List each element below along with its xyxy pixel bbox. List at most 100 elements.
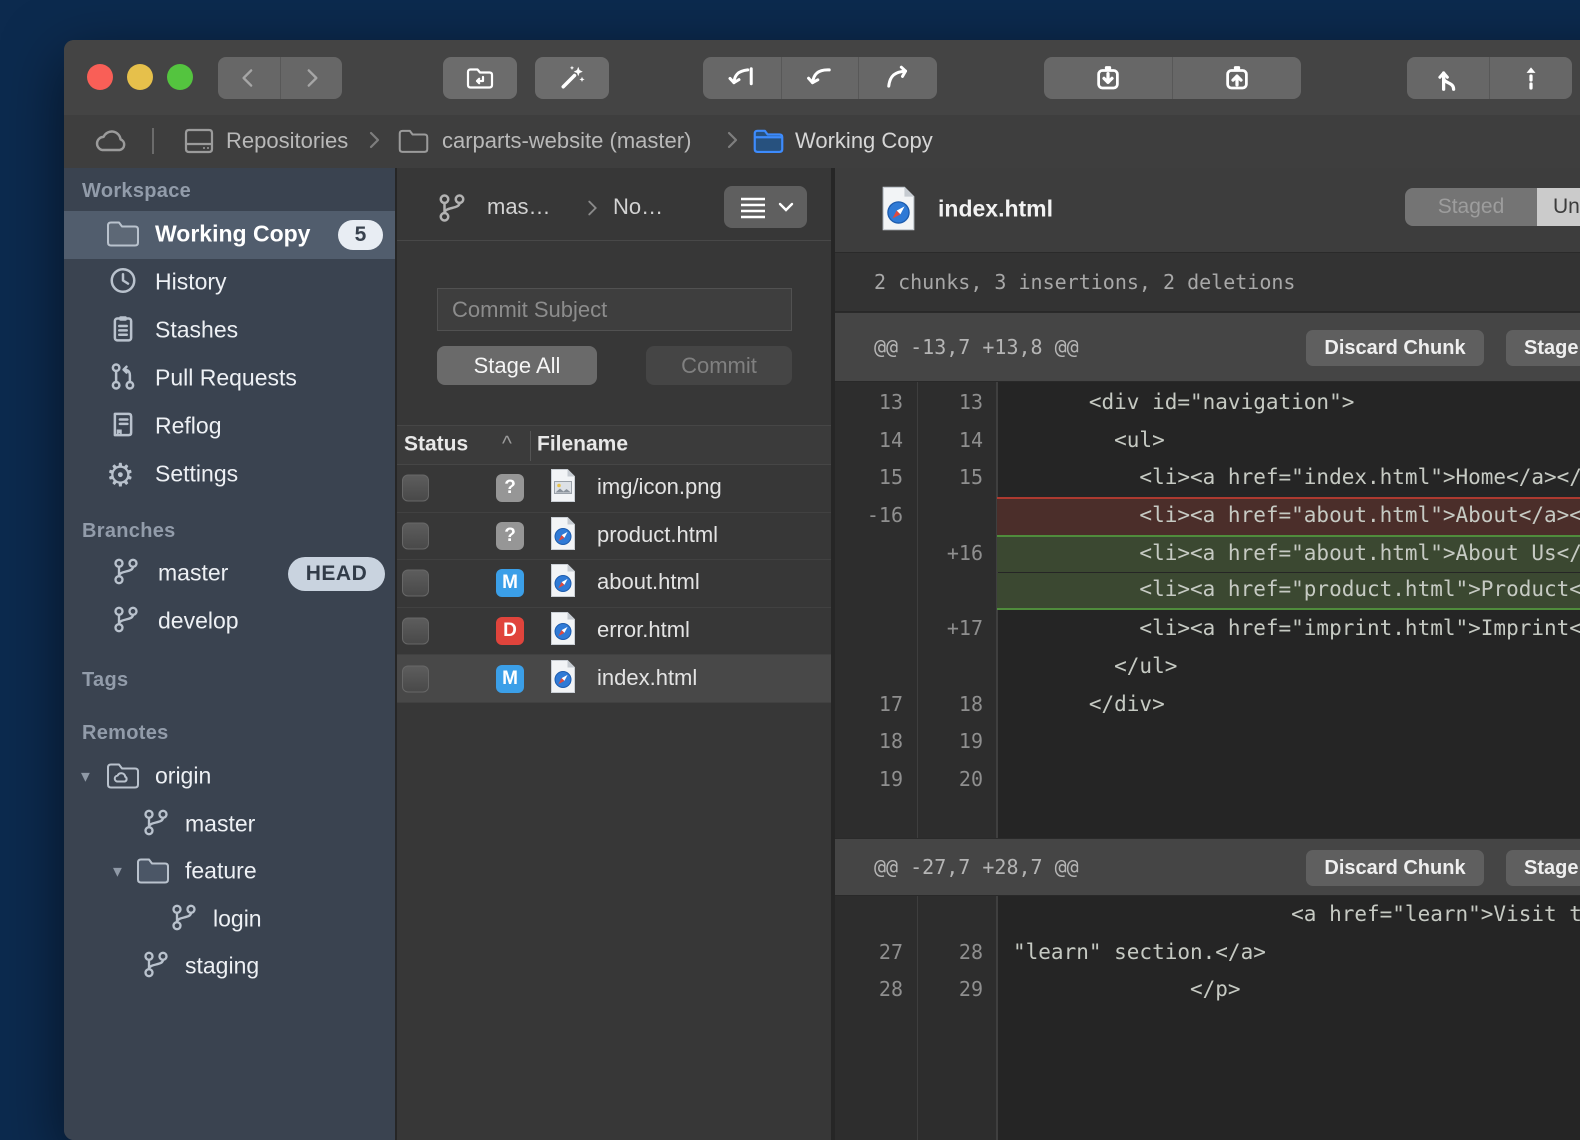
tab-unstaged[interactable]: Unstaged <box>1537 188 1580 226</box>
diff-line: 1718 </div> <box>835 686 1580 724</box>
file-name: about.html <box>597 569 700 595</box>
disclosure-triangle-icon[interactable]: ▼ <box>78 769 93 786</box>
view-options-button[interactable] <box>724 186 807 228</box>
magic-wand-icon <box>557 63 587 93</box>
breadcrumb-repositories[interactable]: Repositories <box>226 115 348 166</box>
sidebar-item-label: Stashes <box>155 316 238 343</box>
remote-folder-icon <box>105 760 141 795</box>
column-filename[interactable]: Filename <box>537 433 628 457</box>
stage-checkbox[interactable] <box>402 570 429 597</box>
diff-line: +17 <li><a href="imprint.html">Imprint</… <box>835 610 1580 648</box>
column-status[interactable]: Status <box>404 433 468 457</box>
diff-summary-text: 2 chunks, 3 insertions, 2 deletions <box>874 270 1295 294</box>
sidebar-branch-develop[interactable]: develop <box>64 598 395 646</box>
stage-chunk-button[interactable]: Stage Chunk <box>1506 850 1580 886</box>
forward-button[interactable] <box>281 57 342 99</box>
chunk-header: @@ -27,7 +28,7 @@ Discard Chunk Stage Ch… <box>835 838 1580 896</box>
workspace-section-header: Workspace <box>82 180 191 203</box>
branch-label: master <box>158 559 228 586</box>
stage-chunk-label: Stage Chunk <box>1524 857 1580 880</box>
commit-subject-input[interactable] <box>437 288 792 331</box>
discard-chunk-button[interactable]: Discard Chunk <box>1306 850 1484 886</box>
sidebar-item-stashes[interactable]: Stashes <box>64 307 395 355</box>
sidebar-item-reflog[interactable]: Reflog <box>64 403 395 451</box>
dashed-arrow-up-icon <box>1516 63 1546 93</box>
stage-checkbox[interactable] <box>402 665 429 692</box>
chunk-range-label: @@ -27,7 +28,7 @@ <box>874 855 1079 879</box>
stage-checkbox[interactable] <box>402 522 429 549</box>
stash-save-button[interactable] <box>1044 57 1172 99</box>
merge-branches-button[interactable] <box>1407 57 1489 99</box>
stash-pop-button[interactable] <box>1173 57 1301 99</box>
discard-chunk-button[interactable]: Discard Chunk <box>1306 330 1484 366</box>
sidebar-item-settings[interactable]: ⚙ Settings <box>64 451 395 499</box>
breadcrumb-working-copy[interactable]: Working Copy <box>795 115 933 166</box>
folder-icon <box>105 218 141 253</box>
stage-checkbox[interactable] <box>402 475 429 502</box>
status-badge: ? <box>496 522 524 550</box>
branch-icon <box>142 809 170 842</box>
sidebar-remote-folder-feature[interactable]: ▼ feature <box>64 848 395 896</box>
clock-icon <box>108 266 138 301</box>
commit-button[interactable]: Commit <box>646 346 792 385</box>
sidebar-item-history[interactable]: History <box>64 259 395 307</box>
file-name: index.html <box>597 665 697 691</box>
sort-ascending-icon[interactable]: ^ <box>502 433 512 457</box>
branch-label: develop <box>158 607 239 634</box>
breadcrumb-repo[interactable]: carparts-website (master) <box>442 115 691 166</box>
html-file-icon <box>549 564 577 603</box>
stage-chunk-button[interactable]: Stage Chunk <box>1506 330 1580 366</box>
checkout-button[interactable] <box>703 57 781 99</box>
sidebar-remote-branch-staging[interactable]: staging <box>64 943 395 991</box>
html-file-icon <box>549 659 577 698</box>
breadcrumb-divider <box>152 128 154 154</box>
cloud-icon[interactable] <box>92 125 132 160</box>
push-commit-button[interactable] <box>859 57 937 99</box>
file-name: img/icon.png <box>597 474 722 500</box>
stash-save-icon <box>1093 63 1123 93</box>
stage-checkbox[interactable] <box>402 618 429 645</box>
diff-line-inserted: +16 <li><a href="about.html">About Us</a… <box>835 535 1580 573</box>
merge-button[interactable] <box>782 57 859 99</box>
branch-icon <box>142 951 170 984</box>
diff-line: 1920 <box>835 761 1580 799</box>
sidebar-branch-master[interactable]: master HEAD <box>64 550 395 598</box>
disclosure-triangle-icon[interactable]: ▼ <box>110 864 125 881</box>
remote-folder-label: feature <box>185 857 257 884</box>
file-row-selected[interactable]: M index.html <box>397 655 831 703</box>
branch-crumb[interactable]: mas… <box>487 194 551 220</box>
branch-icon <box>112 558 140 591</box>
rebase-button[interactable] <box>1490 57 1572 99</box>
file-table-header: Status ^ Filename <box>397 425 831 465</box>
diff-panel: index.html Staged Unstaged 2 chunks, 3 i… <box>833 168 1580 1140</box>
repositories-icon <box>182 127 216 160</box>
back-button[interactable] <box>218 57 280 99</box>
target-crumb[interactable]: No… <box>613 194 663 220</box>
sidebar-remote-origin[interactable]: ▼ origin <box>64 753 395 801</box>
branch-icon <box>170 904 198 937</box>
sidebar-item-working-copy[interactable]: Working Copy 5 <box>64 211 395 259</box>
diff-line: 1313 <div id="navigation"> <box>835 384 1580 422</box>
tab-staged[interactable]: Staged <box>1405 188 1537 226</box>
file-row[interactable]: D error.html <box>397 608 831 656</box>
sidebar-remote-branch-login[interactable]: login <box>64 896 395 944</box>
status-badge: M <box>496 665 524 693</box>
close-window-button[interactable] <box>87 64 113 90</box>
file-row[interactable]: M about.html <box>397 560 831 608</box>
sidebar-item-label: Settings <box>155 460 238 487</box>
zoom-window-button[interactable] <box>167 64 193 90</box>
sidebar-item-pull-requests[interactable]: Pull Requests <box>64 355 395 403</box>
branch-actions-group <box>703 57 937 99</box>
change-count-badge: 5 <box>338 220 383 250</box>
sidebar-remote-branch-master[interactable]: master <box>64 801 395 849</box>
merge-rebase-group <box>1407 57 1572 99</box>
stage-all-button[interactable]: Stage All <box>437 346 597 385</box>
file-row[interactable]: ? img/icon.png <box>397 465 831 513</box>
open-in-finder-button[interactable] <box>443 57 517 99</box>
minimize-window-button[interactable] <box>127 64 153 90</box>
chevron-right-icon <box>581 197 603 224</box>
file-row[interactable]: ? product.html <box>397 513 831 561</box>
journal-icon <box>108 410 138 445</box>
unstaged-tab-label: Unstaged <box>1553 195 1580 219</box>
quick-actions-button[interactable] <box>535 57 609 99</box>
